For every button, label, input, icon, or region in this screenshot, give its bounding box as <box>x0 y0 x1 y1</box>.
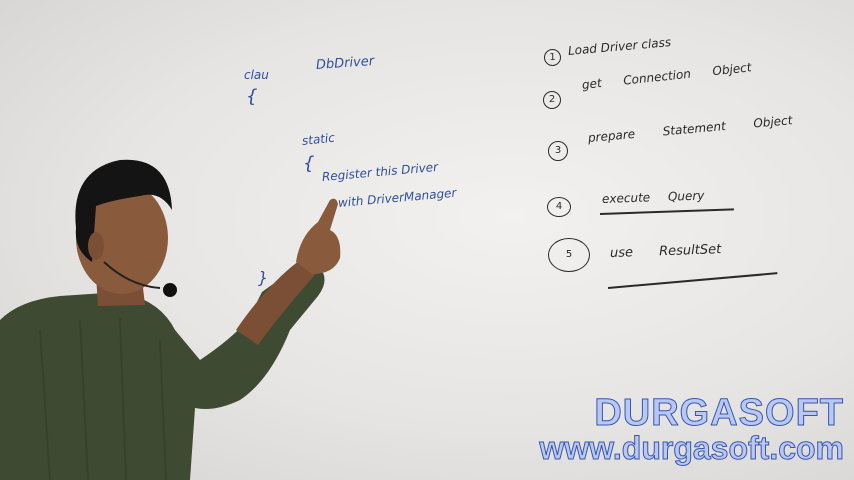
watermark-brand: DURGASOFT <box>594 392 844 435</box>
presenter-hand <box>296 198 341 274</box>
microphone-icon <box>163 283 177 297</box>
watermark-url: www.durgasoft.com <box>539 430 845 467</box>
